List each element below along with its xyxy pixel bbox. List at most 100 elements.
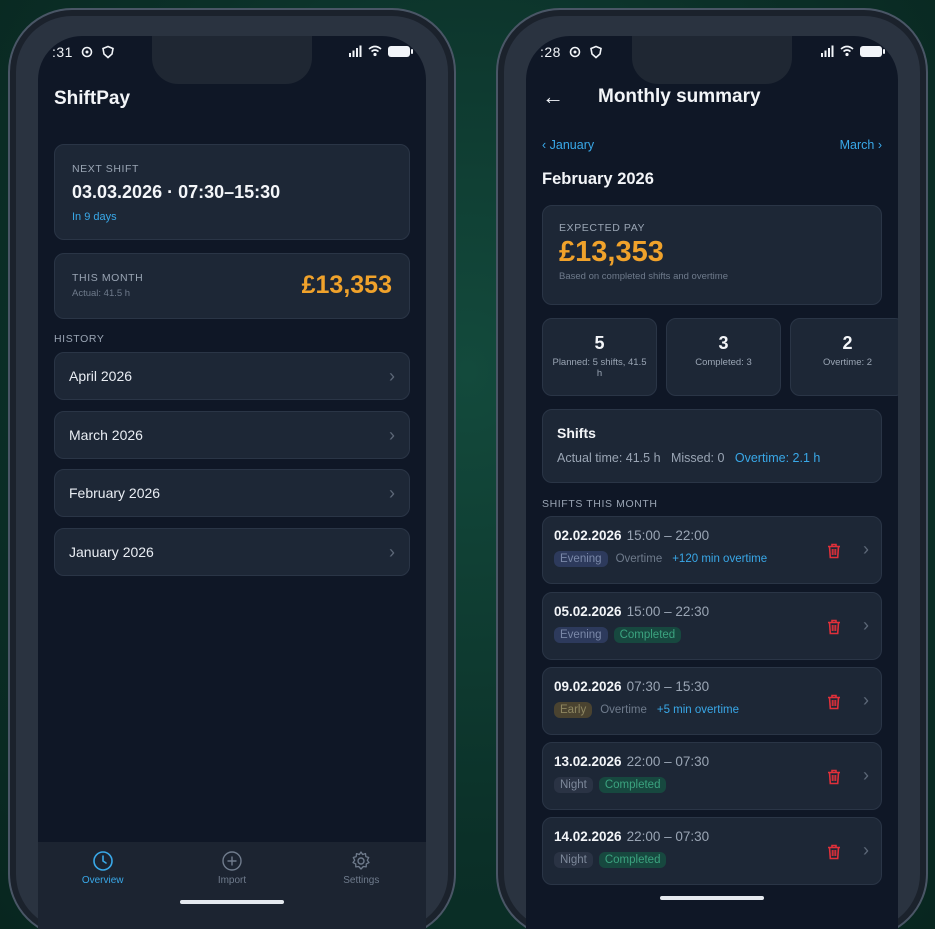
chevron-right-icon: ›: [863, 615, 869, 635]
next-shift-card[interactable]: NEXT SHIFT 03.03.2026 · 07:30–15:30 In 9…: [54, 144, 410, 240]
shift-row[interactable]: 05.02.2026 15:00 – 22:30 Evening Complete…: [542, 592, 882, 660]
expected-pay-label: EXPECTED PAY: [559, 222, 646, 234]
stat-completed: 3 Completed: 3: [666, 318, 781, 396]
trash-icon[interactable]: [827, 769, 841, 785]
trash-icon[interactable]: [827, 543, 841, 559]
missed-text: Missed: 0: [670, 451, 725, 465]
history-item-april[interactable]: April 2026 ›: [54, 352, 410, 400]
shift-type-badge: Evening: [554, 551, 608, 567]
stat-planned-caption: Planned: 5 shifts, 41.5 h: [552, 357, 647, 379]
shifts-summary-heading: Shifts: [557, 425, 596, 441]
chevron-right-icon: ›: [389, 482, 395, 503]
chevron-right-icon: ›: [389, 541, 395, 562]
tab-import-label: Import: [217, 875, 247, 886]
expected-pay-card: EXPECTED PAY £13,353 Based on completed …: [542, 205, 882, 305]
shift-time: 15:00 – 22:00: [626, 528, 710, 543]
chevron-right-icon: ›: [863, 690, 869, 710]
camera-notch: [632, 36, 792, 84]
trash-icon[interactable]: [827, 844, 841, 860]
this-month-amount: £13,353: [301, 271, 392, 299]
shift-time: 15:00 – 22:30: [626, 604, 710, 619]
history-item-february[interactable]: February 2026 ›: [54, 469, 410, 517]
back-arrow-icon[interactable]: ←: [542, 84, 564, 110]
chevron-right-icon: ›: [863, 840, 869, 860]
shift-type-badge: Early: [554, 702, 593, 718]
shift-date: 02.02.2026: [554, 528, 622, 543]
history-item-march[interactable]: March 2026 ›: [54, 411, 410, 459]
next-month-link[interactable]: March ›: [840, 138, 882, 152]
shift-row[interactable]: 09.02.2026 07:30 – 15:30 Early Overtime +…: [542, 667, 882, 735]
status-bar-left: :31: [52, 44, 115, 60]
tab-import[interactable]: Import: [187, 850, 277, 929]
shift-date: 05.02.2026: [554, 604, 622, 619]
history-item-label: April 2026: [69, 368, 133, 384]
shift-time: 07:30 – 15:30: [626, 679, 710, 694]
next-shift-datetime: 03.03.2026 · 07:30–15:30: [72, 182, 281, 202]
wifi-icon: [840, 45, 854, 57]
shield-status-icon: [590, 45, 602, 59]
history-item-label: January 2026: [69, 544, 154, 560]
tab-settings[interactable]: Settings: [316, 850, 406, 929]
prev-month-label: January: [549, 138, 595, 152]
gear-icon: [352, 851, 370, 870]
overtime-extra-text: +5 min overtime: [656, 704, 739, 716]
summary-screen: :28 ← Monthly summary ‹ January March › …: [526, 36, 898, 929]
chevron-right-icon: ›: [389, 365, 395, 386]
shift-row[interactable]: 13.02.2026 22:00 – 07:30 Night Completed …: [542, 742, 882, 810]
shift-status-badge: Overtime: [600, 704, 647, 716]
status-icons-right: [820, 44, 885, 58]
signal-icon: [821, 45, 834, 57]
shift-date: 14.02.2026: [554, 829, 622, 844]
signal-icon: [349, 45, 362, 57]
battery-icon: [860, 45, 885, 57]
this-month-card[interactable]: THIS MONTH Actual: 41.5 h £13,353: [54, 253, 410, 319]
shift-row[interactable]: 02.02.2026 15:00 – 22:00 Evening Overtime…: [542, 516, 882, 584]
history-item-january[interactable]: January 2026 ›: [54, 528, 410, 576]
chevron-right-icon: ›: [389, 424, 395, 445]
tab-overview[interactable]: Overview: [58, 850, 148, 929]
status-time: :31: [52, 44, 73, 60]
home-indicator[interactable]: [660, 896, 764, 900]
stat-overtime: 2 Overtime: 2: [790, 318, 898, 396]
next-shift-countdown: In 9 days: [72, 211, 117, 223]
shift-status-badge: Completed: [613, 627, 682, 643]
history-item-label: February 2026: [69, 485, 161, 501]
app-title: ShiftPay: [54, 88, 131, 109]
stat-overtime-value: 2: [842, 333, 853, 353]
status-bar-right: :28: [540, 44, 603, 60]
home-indicator[interactable]: [180, 900, 284, 904]
camera-notch: [152, 36, 312, 84]
overtime-extra-text: +120 min overtime: [672, 553, 768, 565]
month-navigation: ‹ January March ›: [542, 138, 882, 152]
month-title: February 2026: [542, 170, 654, 188]
shift-time: 22:00 – 07:30: [626, 829, 710, 844]
shifts-summary-row: Actual time: 41.5 h Missed: 0 Overtime: …: [557, 451, 867, 465]
settings-status-icon: [569, 46, 581, 58]
chevron-right-icon: ›: [863, 539, 869, 559]
tab-overview-label: Overview: [81, 875, 124, 886]
trash-icon[interactable]: [827, 694, 841, 710]
plus-circle-icon: [222, 851, 242, 871]
battery-icon: [388, 45, 413, 57]
history-label: HISTORY: [54, 333, 105, 345]
chevron-right-icon: ›: [863, 765, 869, 785]
phone-overview: :31 ShiftPay NEXT SHIFT 03.03.2026 · 07:…: [8, 8, 456, 929]
page-title: Monthly summary: [598, 86, 761, 107]
expected-pay-note: Based on completed shifts and overtime: [559, 271, 728, 282]
next-month-label: March: [839, 138, 875, 152]
shift-type-badge: Evening: [554, 627, 608, 643]
trash-icon[interactable]: [827, 619, 841, 635]
shifts-this-month-label: SHIFTS THIS MONTH: [542, 498, 658, 510]
prev-month-link[interactable]: ‹ January: [542, 138, 594, 152]
summary-header: ← Monthly summary: [542, 84, 882, 110]
status-time: :28: [540, 44, 561, 60]
bottom-tab-bar: Overview Import Settings: [38, 842, 426, 929]
stat-planned-value: 5: [594, 333, 605, 353]
expected-pay-amount: £13,353: [559, 236, 664, 268]
settings-status-icon: [81, 46, 93, 58]
shift-type-badge: Night: [554, 852, 593, 868]
stat-completed-value: 3: [718, 333, 729, 353]
shift-time: 22:00 – 07:30: [626, 754, 710, 769]
phone-monthly-summary: :28 ← Monthly summary ‹ January March › …: [496, 8, 928, 929]
shift-row[interactable]: 14.02.2026 22:00 – 07:30 Night Completed …: [542, 817, 882, 885]
